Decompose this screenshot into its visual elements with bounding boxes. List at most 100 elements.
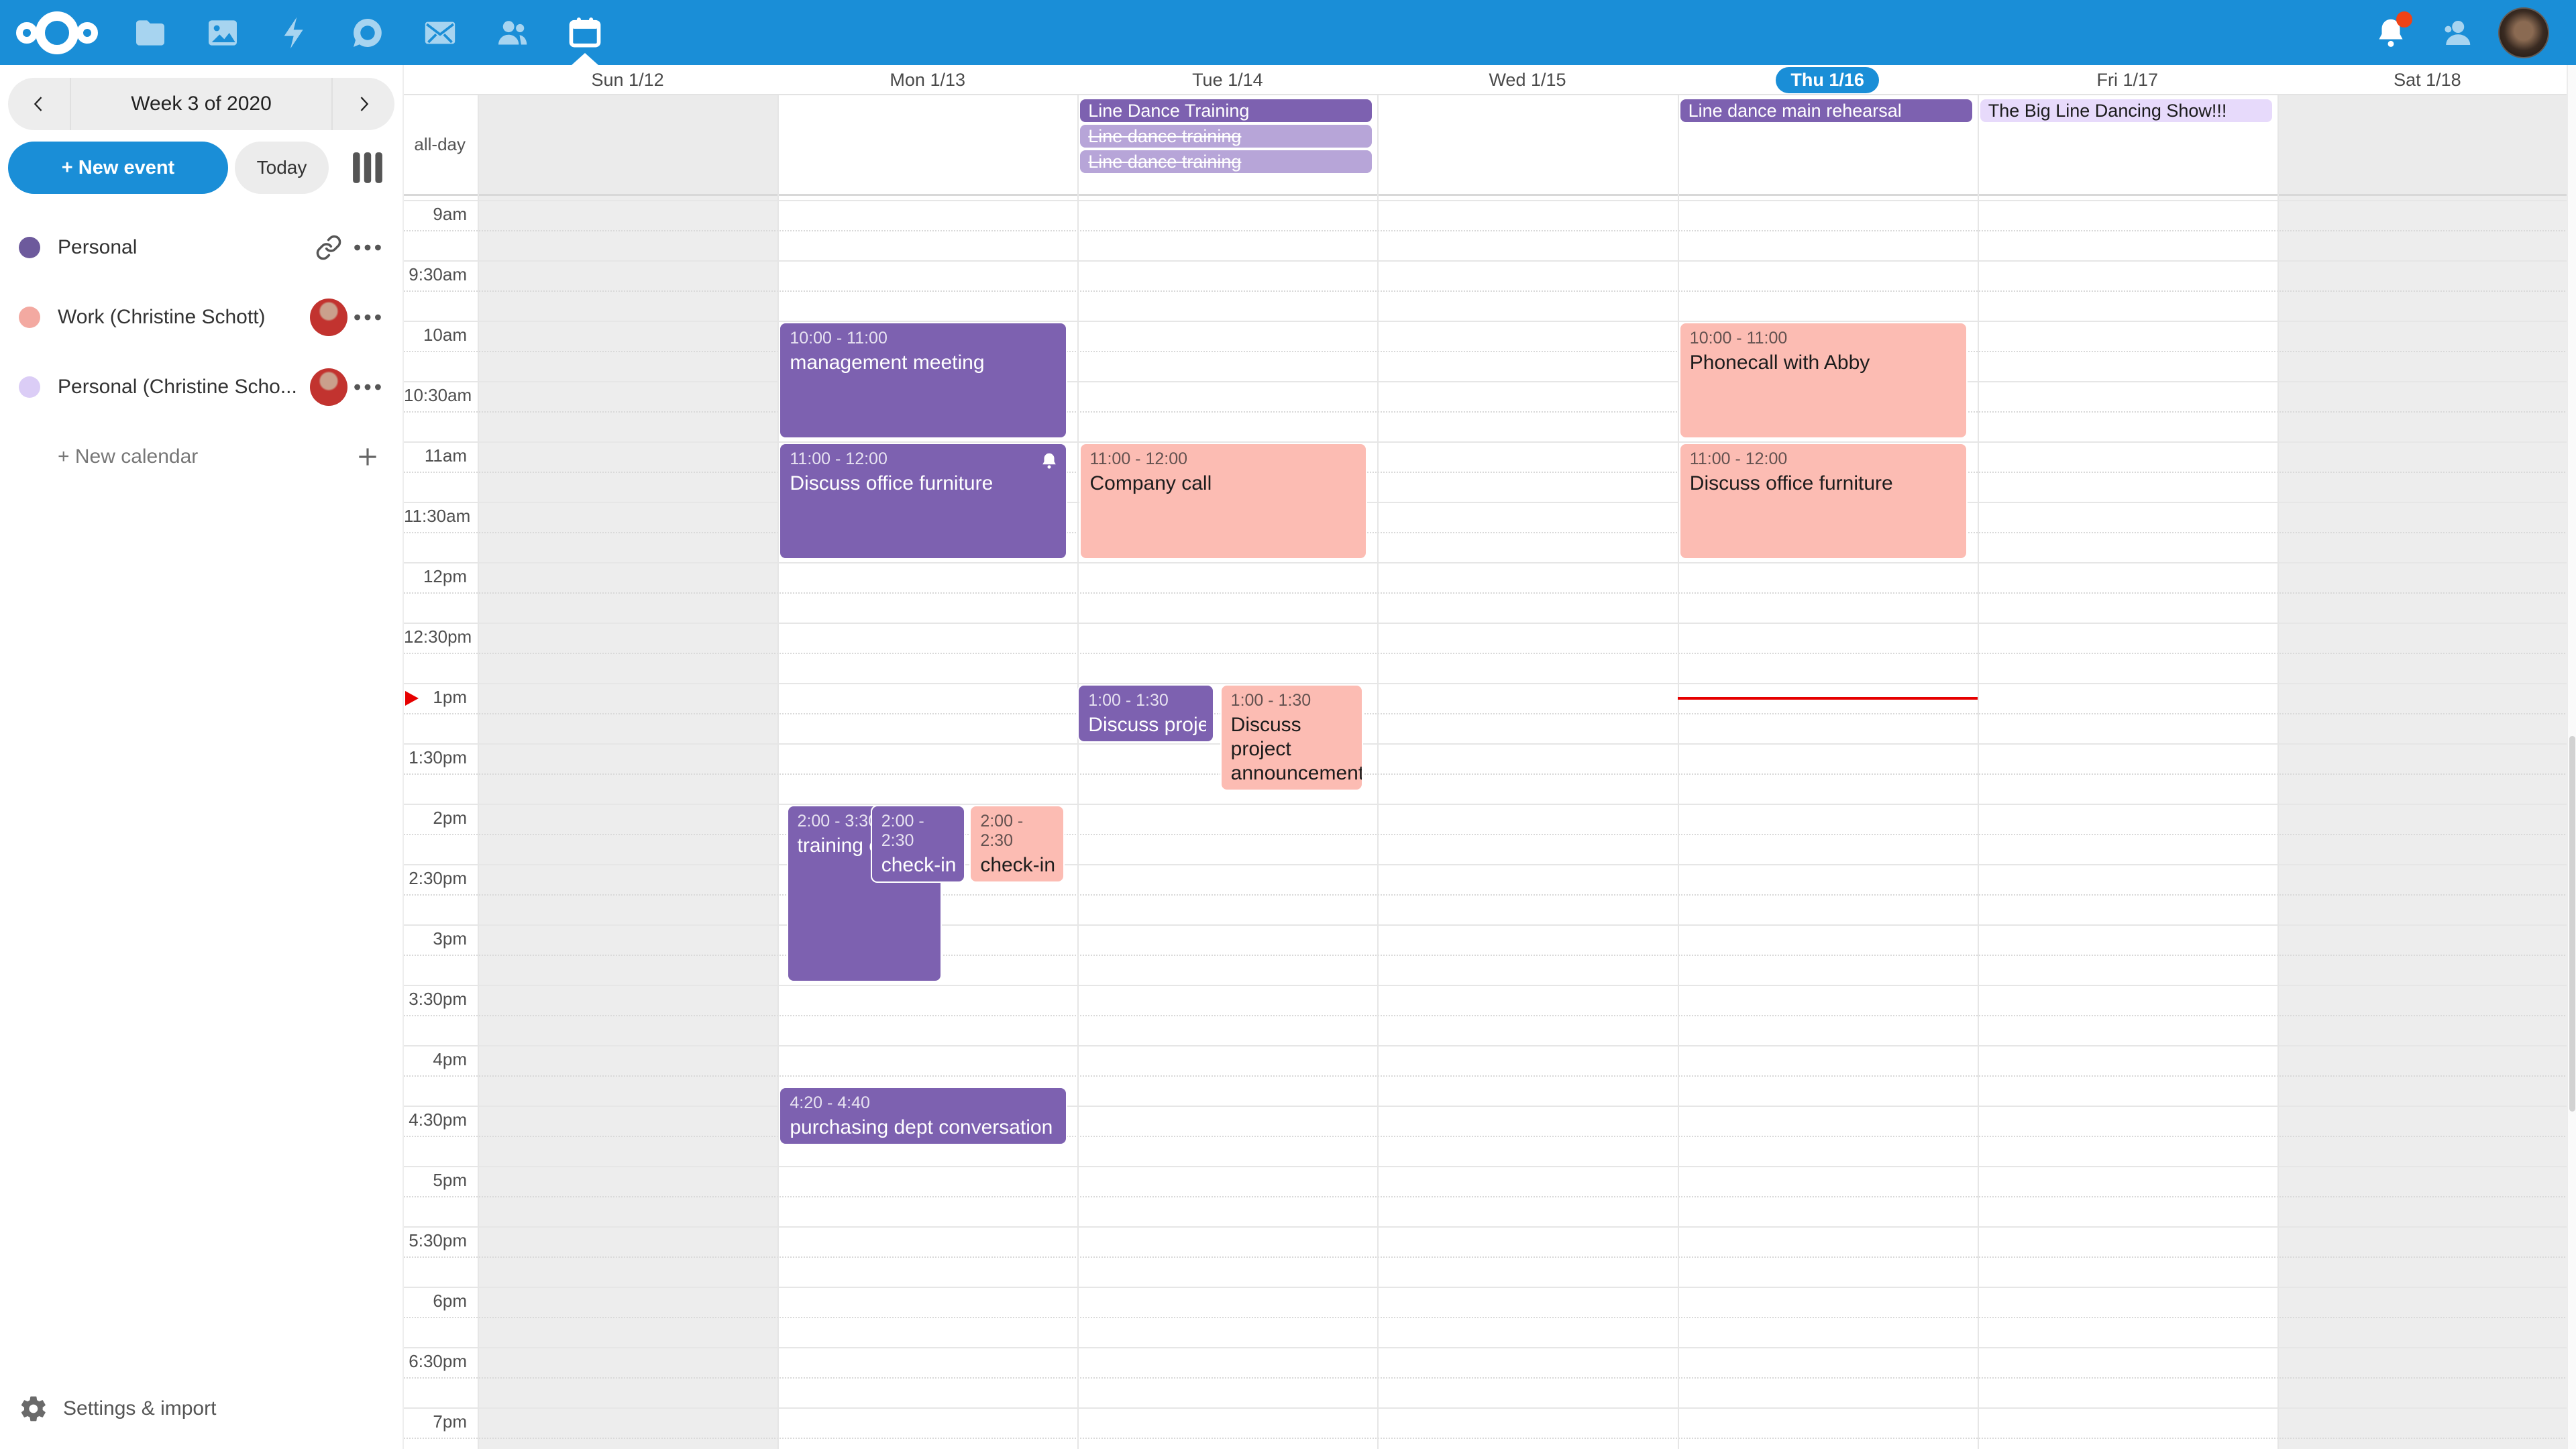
weekend-shading [478, 95, 777, 194]
calendar-week-view: Sun 1/12Mon 1/13Tue 1/14Wed 1/15 Thu 1/16… [402, 65, 2576, 1449]
calendar-name: Work (Christine Schott) [58, 306, 309, 329]
minor-slot-line [404, 1317, 2576, 1318]
all-day-label: all-day [404, 95, 466, 194]
minor-slot-line [404, 773, 2576, 775]
new-calendar-label: + New calendar [58, 445, 349, 468]
gear-icon [19, 1394, 48, 1424]
time-label: 10:30am [404, 385, 467, 406]
calendar-name: Personal [58, 236, 309, 259]
event[interactable]: 2:00 - 2:30check-in [969, 805, 1065, 883]
slot-line [404, 1347, 2576, 1348]
day-header[interactable]: Wed 1/15 [1377, 65, 1677, 95]
event[interactable]: 10:00 - 11:00management meeting [779, 322, 1067, 439]
event[interactable]: 2:00 - 2:30check-in [871, 805, 966, 883]
event[interactable]: 1:00 - 1:30Discuss project announcement [1220, 684, 1363, 791]
slot-line [404, 321, 2576, 322]
calendar-color-dot [19, 307, 40, 328]
current-time-arrow [405, 691, 419, 706]
contacts-menu-icon[interactable] [2432, 9, 2481, 57]
previous-week-button[interactable] [8, 78, 70, 130]
settings-import-button[interactable]: Settings & import [0, 1385, 402, 1433]
user-avatar[interactable] [2498, 7, 2549, 58]
calendar-list-item[interactable]: Personal [0, 213, 402, 282]
minor-slot-line [404, 1015, 2576, 1016]
event-title: Discuss office furniture [790, 472, 1059, 496]
event-title: Phonecall with Abby [1690, 351, 1960, 375]
all-day-event[interactable]: Line dance main rehearsal [1680, 99, 1972, 122]
event[interactable]: 11:00 - 12:00Discuss office furniture [779, 443, 1067, 559]
event[interactable]: 1:00 - 1:30Discuss project announcement [1077, 684, 1214, 743]
day-header[interactable]: Fri 1/17 [1978, 65, 2277, 95]
event[interactable]: 4:20 - 4:40 purchasing dept conversation [779, 1087, 1067, 1145]
week-label[interactable]: Week 3 of 2020 [70, 78, 333, 130]
slot-line [404, 200, 2576, 201]
event[interactable]: 11:00 - 12:00Company call [1079, 443, 1368, 559]
calendar-list-item[interactable]: Work (Christine Schott) [0, 282, 402, 352]
talk-app-icon[interactable] [331, 0, 404, 65]
action-buttons-row: + New event Today [8, 142, 394, 194]
new-event-button[interactable]: + New event [8, 142, 228, 194]
contacts-app-icon[interactable] [476, 0, 549, 65]
next-week-button[interactable] [333, 78, 394, 130]
all-day-event[interactable]: Line Dance Training [1080, 99, 1372, 122]
time-label: 12:30pm [404, 627, 467, 647]
event-title: check-in [881, 853, 958, 877]
time-label: 10am [404, 325, 467, 345]
all-day-row: all-day Line Dance Training Line dance tr… [404, 95, 2576, 196]
day-header[interactable]: Sat 1/18 [2277, 65, 2576, 95]
slot-line [404, 1106, 2576, 1107]
event-title: purchasing dept conversation [790, 1116, 1059, 1140]
calendar-color-dot [19, 237, 40, 258]
mail-app-icon[interactable] [404, 0, 476, 65]
vertical-scrollbar[interactable] [2567, 65, 2576, 1449]
plus-icon [349, 444, 386, 470]
event[interactable]: 11:00 - 12:00Discuss office furniture [1679, 443, 1968, 559]
minor-slot-line [404, 1256, 2576, 1258]
minor-slot-line [404, 290, 2576, 292]
all-day-event[interactable]: Line dance training [1080, 125, 1372, 148]
day-header[interactable]: Mon 1/13 [777, 65, 1077, 95]
minor-slot-line [404, 955, 2576, 956]
activity-app-icon[interactable] [259, 0, 331, 65]
slot-line [404, 623, 2576, 624]
all-day-event[interactable]: Line dance training [1080, 150, 1372, 173]
calendar-app-icon[interactable] [549, 0, 621, 65]
minor-slot-line [404, 1196, 2576, 1197]
time-label: 12pm [404, 566, 467, 587]
day-header-row: Sun 1/12Mon 1/13Tue 1/14Wed 1/15 Thu 1/16… [404, 65, 2576, 95]
photos-app-icon[interactable] [186, 0, 259, 65]
event-time: 10:00 - 11:00 [790, 329, 1059, 348]
today-button[interactable]: Today [235, 142, 329, 194]
calendar-actions-menu-icon[interactable] [349, 382, 386, 392]
event[interactable]: 10:00 - 11:00Phonecall with Abby [1679, 322, 1968, 439]
event-time: 4:20 - 4:40 [790, 1093, 1059, 1113]
calendar-list-item[interactable]: Personal (Christine Scho... [0, 352, 402, 422]
calendar-actions-menu-icon[interactable] [349, 313, 386, 322]
today-header-pill[interactable]: Thu 1/16 [1776, 67, 1879, 93]
top-bar [0, 0, 2576, 65]
event-title: Company call [1090, 472, 1360, 496]
slot-line [404, 1045, 2576, 1046]
time-label: 4pm [404, 1049, 467, 1070]
reminder-bell-icon [1039, 451, 1059, 474]
nextcloud-logo[interactable] [0, 10, 114, 56]
slot-line [404, 381, 2576, 382]
event-title: Discuss project announcement [1088, 713, 1206, 737]
view-toggle-icon[interactable] [350, 150, 385, 185]
minor-slot-line [404, 230, 2576, 231]
scrollbar-thumb[interactable] [2569, 736, 2575, 1112]
notifications-bell-icon[interactable] [2367, 9, 2415, 57]
all-day-event[interactable]: The Big Line Dancing Show!!! [1980, 99, 2272, 122]
time-label: 4:30pm [404, 1110, 467, 1130]
day-header[interactable]: Thu 1/16 [1678, 65, 1978, 95]
share-link-icon[interactable] [309, 234, 349, 261]
shared-by-avatar[interactable] [309, 299, 349, 336]
shared-by-avatar[interactable] [309, 368, 349, 406]
avatar [310, 299, 347, 336]
files-app-icon[interactable] [114, 0, 186, 65]
calendar-actions-menu-icon[interactable] [349, 243, 386, 252]
new-calendar-button[interactable]: + New calendar [0, 422, 402, 492]
day-header[interactable]: Tue 1/14 [1077, 65, 1377, 95]
day-header[interactable]: Sun 1/12 [478, 65, 777, 95]
slot-line [404, 985, 2576, 986]
